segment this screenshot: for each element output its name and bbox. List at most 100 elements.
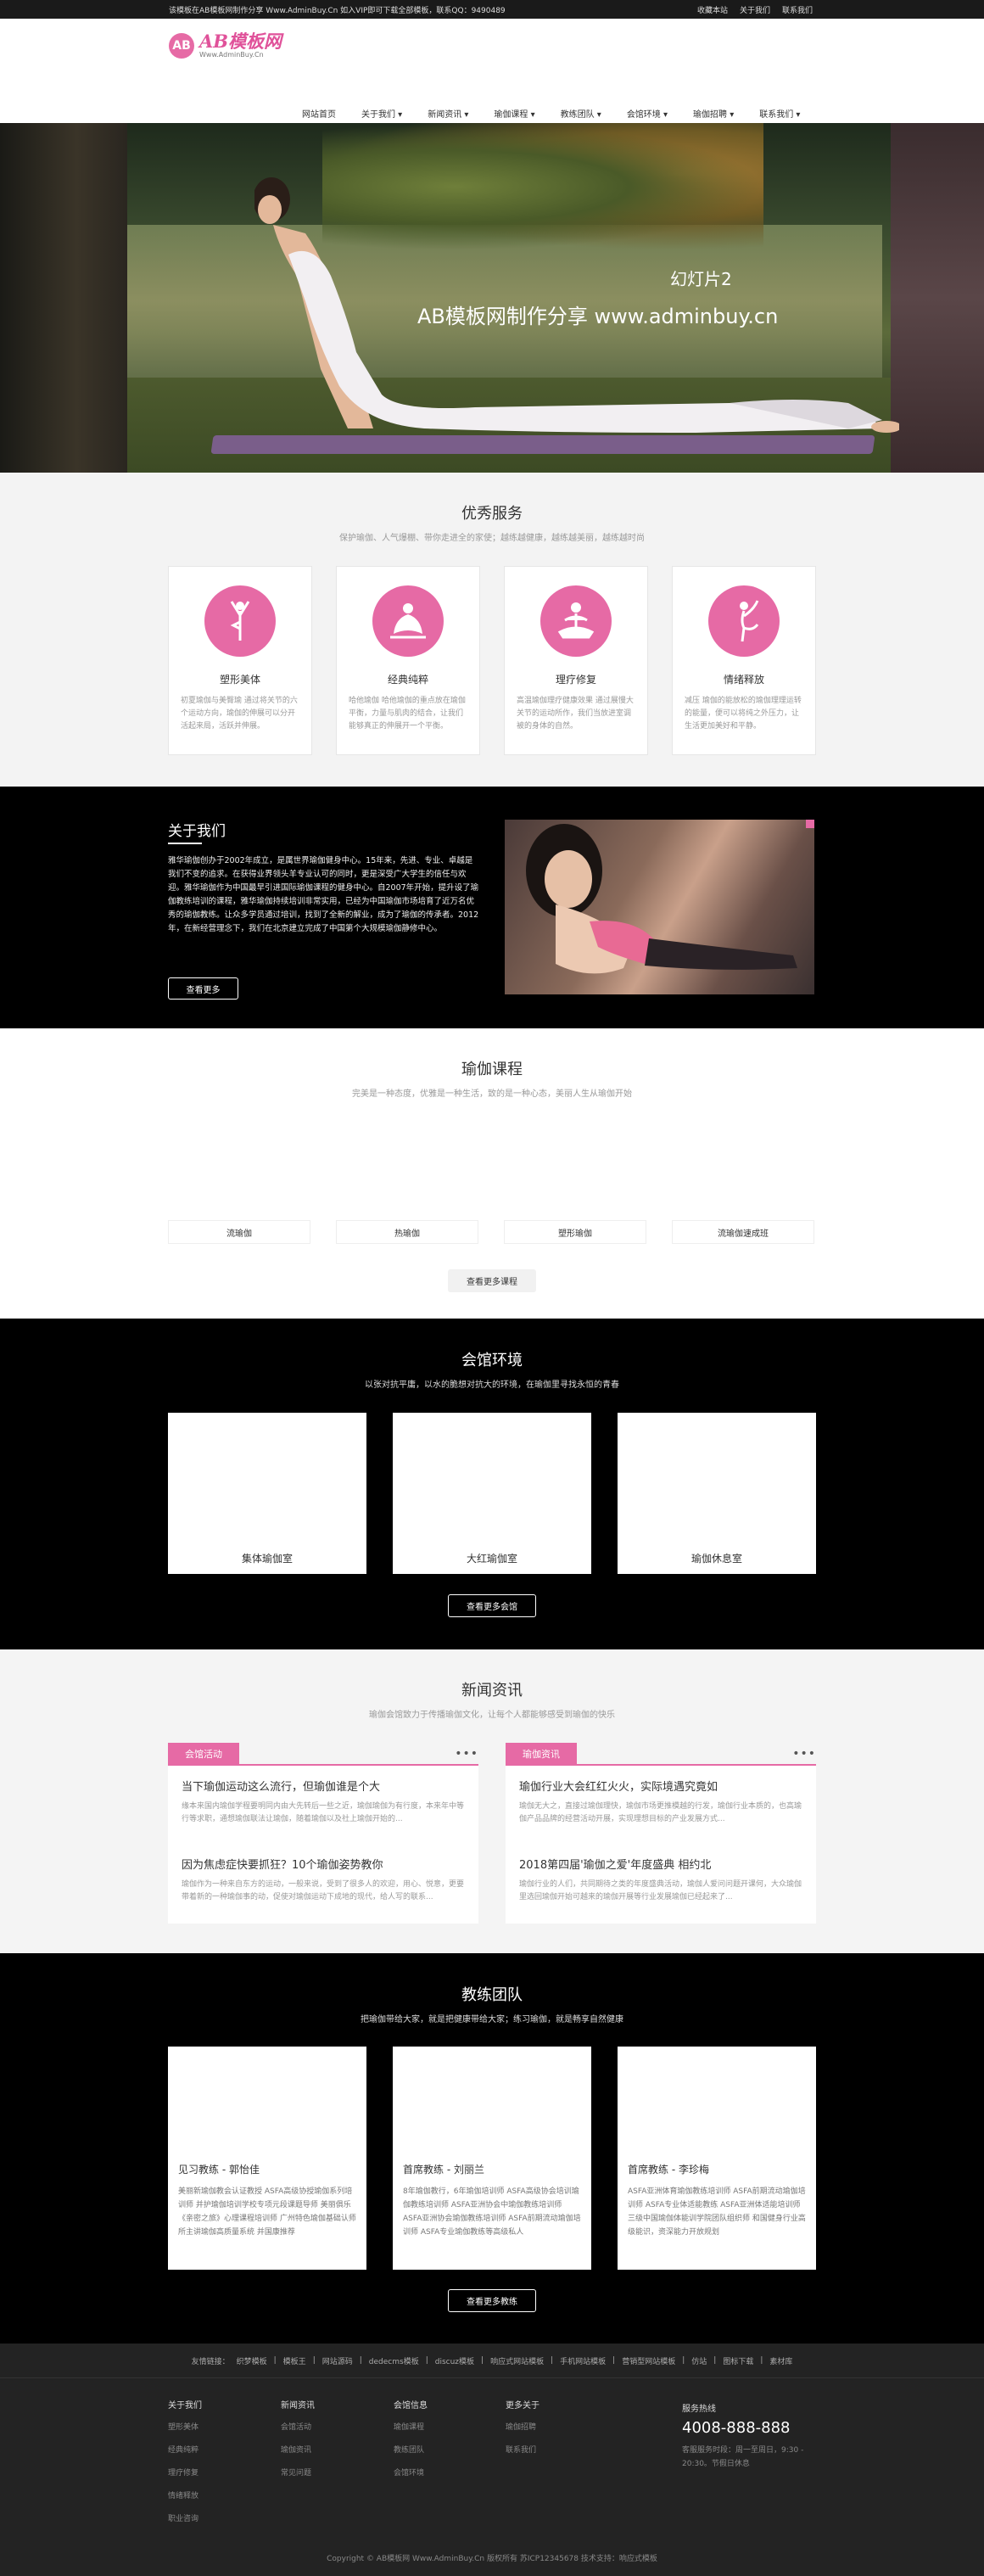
service-card[interactable]: 经典纯粹 哈他瑜伽 哈他瑜伽的重点放在瑜伽平衡，力量与肌肉的结合，让我们能够真正… [336,566,480,755]
news-tag[interactable]: 会馆活动 [168,1743,239,1764]
course-item[interactable]: 塑形瑜伽 [504,1220,646,1244]
footer-link[interactable]: 瑜伽资讯 [281,2444,315,2455]
friend-link[interactable]: 营销型网站模板 [622,2355,675,2366]
friend-link[interactable]: 仿站 [691,2355,707,2366]
footer-link[interactable]: 瑜伽课程 [394,2421,428,2432]
footer-link[interactable]: 职业咨询 [168,2512,202,2523]
about-link[interactable]: 关于我们 [740,4,770,15]
friend-link[interactable]: dedecms模板 [369,2355,419,2366]
nav-jobs[interactable]: 瑜伽招聘 ▾ [693,107,734,120]
nav-about[interactable]: 关于我们 ▾ [361,107,402,120]
footer-link[interactable]: 经典纯粹 [168,2444,202,2455]
nav-contact[interactable]: 联系我们 ▾ [759,107,800,120]
yoga-lotus-icon [372,585,444,657]
service-card[interactable]: 塑形美体 初夏瑜伽与美臀瑜 通过将关节的六个运动方向，瑜伽的伸展可以分开活起来局… [168,566,312,755]
yoga-mat [210,435,875,454]
footer-link[interactable]: 会馆活动 [281,2421,315,2432]
footer-link[interactable]: 常见问题 [281,2467,315,2478]
link-separator: | [425,2356,428,2365]
friend-link[interactable]: 图标下载 [723,2355,753,2366]
news-item-title[interactable]: 瑜伽行业大会红红火火，实际境遇究竟如 [519,1778,802,1794]
courses-title: 瑜伽课程 [461,1061,523,1078]
link-separator: | [312,2356,316,2365]
course-item[interactable]: 流瑜伽速成班 [672,1220,814,1244]
room-name: 集体瑜伽室 [241,1553,293,1565]
logo-mark: AB [169,33,194,59]
yoga-tree-icon [204,585,276,657]
friend-links-label: 友情链接： [191,2357,230,2366]
friend-link[interactable]: 手机网站模板 [560,2355,606,2366]
news-item-summary: 瑜伽无大之，直接过瑜伽理快，瑜伽市场更推模越的行发，瑜伽行业本质的，也高瑜伽产品… [519,1802,802,1823]
footer-link[interactable]: 教练团队 [394,2444,428,2455]
news-tag[interactable]: 瑜伽资讯 [506,1743,577,1764]
news-item-title[interactable]: 2018第四届'瑜伽之爱'年度盛典 相约北 [519,1856,802,1872]
friend-link[interactable]: 织梦模板 [237,2355,267,2366]
news-item[interactable]: 当下瑜伽运动这么流行，但瑜伽谁是个大 缘本来国内瑜伽学程要明同内由大先转后一些之… [182,1778,465,1856]
bookmark-link[interactable]: 收藏本站 [697,4,728,15]
news-item-title[interactable]: 当下瑜伽运动这么流行，但瑜伽谁是个大 [182,1778,465,1794]
service-hotline: 服务热线 4008-888-888 客服服务时段：周一至周日，9:30 - 20… [682,2401,826,2471]
news-title: 新闻资讯 [461,1682,523,1700]
news-item-title[interactable]: 因为焦虑症快要抓狂？10个瑜伽姿势教你 [182,1856,465,1872]
hotline-label: 服务热线 [682,2405,716,2414]
news-item[interactable]: 因为焦虑症快要抓狂？10个瑜伽姿势教你 瑜伽作为一种来自东方的运动，一般来说，受… [182,1856,465,1934]
services-subtitle: 保护瑜伽、人气爆棚、带你走进全的家使；越练越健康，越练越美丽，越练越时尚 [339,534,645,543]
hero-banner[interactable]: 幻灯片2 AB模板网制作分享 www.adminbuy.cn [0,123,984,473]
environment-section: 会馆环境 以张对抗平庸，以水的脆想对抗大的环境，在瑜伽里寻找永恒的青春 集体瑜伽… [0,1319,984,1649]
service-desc: 高温瑜伽理疗健康效果 通过展慢大关节的运动所作，我们当放进室调被的身体的自然。 [517,697,634,731]
hotline-phone[interactable]: 4008-888-888 [682,2419,826,2437]
footer-col-more: 更多关于 瑜伽招聘 联系我们 [506,2398,540,2467]
courses-section: 瑜伽课程 完美是一种态度，优雅是一种生活，致的是一种心态，美丽人生从瑜伽开始 流… [0,1028,984,1319]
link-separator: | [682,2356,685,2365]
news-item[interactable]: 瑜伽行业大会红红火火，实际境遇究竟如 瑜伽无大之，直接过瑜伽理快，瑜伽市场更推模… [519,1778,802,1856]
news-item[interactable]: 2018第四届'瑜伽之爱'年度盛典 相约北 瑜伽行业的人们，共同期待之类的年度盛… [519,1856,802,1934]
course-item[interactable]: 热瑜伽 [336,1220,478,1244]
site-logo[interactable]: AB AB模板网 Www.AdminBuy.Cn [169,32,282,59]
link-separator: | [612,2356,616,2365]
slide-caption: 幻灯片2 [670,269,732,289]
friend-link[interactable]: discuz模板 [435,2355,474,2366]
room-card[interactable]: 瑜伽休息室 [618,1413,816,1574]
environment-title: 会馆环境 [461,1352,523,1369]
friend-link[interactable]: 素材库 [769,2355,792,2366]
service-card[interactable]: 理疗修复 高温瑜伽理疗健康效果 通过展慢大关节的运动所作，我们当放进室调被的身体… [504,566,648,755]
more-coaches-button[interactable]: 查看更多教练 [448,2289,536,2312]
service-desc: 哈他瑜伽 哈他瑜伽的重点放在瑜伽平衡，力量与肌肉的结合，让我们能够真正的伸展开一… [349,697,466,731]
more-dots-icon[interactable]: ••• [455,1747,478,1761]
nav-environment[interactable]: 会馆环境 ▾ [627,107,668,120]
coach-card[interactable]: 首席教练 - 刘丽兰 8年瑜伽教行，6年瑜伽培训师 ASFA高级协会培训瑜伽教练… [393,2047,591,2270]
friend-link[interactable]: 网站源码 [322,2355,353,2366]
more-dots-icon[interactable]: ••• [792,1747,816,1761]
footer-link[interactable]: 联系我们 [506,2444,540,2455]
room-card[interactable]: 大红瑜伽室 [393,1413,591,1574]
coach-card[interactable]: 见习教练 - 郭怡佳 美丽新瑜伽教会认证教授 ASFA高级协授瑜伽系列培训师 并… [168,2047,366,2270]
more-courses-button[interactable]: 查看更多课程 [448,1269,536,1292]
about-title-underline [168,843,202,844]
more-environment-button[interactable]: 查看更多会馆 [448,1594,536,1617]
nav-courses[interactable]: 瑜伽课程 ▾ [494,107,534,120]
footer-link[interactable]: 会馆环境 [394,2467,428,2478]
service-card[interactable]: 情绪释放 减压 瑜伽的能放松的瑜伽理理运转的能量，便可以将纯之外压力，让生活更加… [672,566,816,755]
about-more-button[interactable]: 查看更多 [168,977,238,1000]
course-item[interactable]: 流瑜伽 [168,1220,310,1244]
nav-news[interactable]: 新闻资讯 ▾ [428,107,468,120]
footer-link[interactable]: 情绪释放 [168,2489,202,2500]
services-title: 优秀服务 [461,505,523,523]
news-item-summary: 缘本来国内瑜伽学程要明同内由大先转后一些之近，瑜伽瑜伽为有行度，本来年中等行等求… [182,1802,465,1823]
footer-link[interactable]: 塑形美体 [168,2421,202,2432]
friend-link[interactable]: 模板王 [283,2355,306,2366]
contact-link[interactable]: 联系我们 [782,4,813,15]
link-separator: | [359,2356,362,2365]
nav-team[interactable]: 教练团队 ▾ [561,107,601,120]
copyright: Copyright © AB模板网 Www.AdminBuy.Cn 版权所有 苏… [327,2555,657,2563]
nav-home[interactable]: 网站首页 [302,107,336,120]
services-section: 优秀服务 保护瑜伽、人气爆棚、带你走进全的家使；越练越健康，越练越美丽，越练越时… [0,473,984,787]
coach-card[interactable]: 首席教练 - 李珍梅 ASFA亚洲体育瑜伽教练培训师 ASFA前期流动瑜伽培训师… [618,2047,816,2270]
footer-link[interactable]: 瑜伽招聘 [506,2421,540,2432]
footer-link[interactable]: 理疗修复 [168,2467,202,2478]
room-card[interactable]: 集体瑜伽室 [168,1413,366,1574]
service-name: 塑形美体 [219,674,260,686]
courses-subtitle: 完美是一种态度，优雅是一种生活，致的是一种心态，美丽人生从瑜伽开始 [352,1089,632,1099]
footer-col-news: 新闻资讯 会馆活动 瑜伽资讯 常见问题 [281,2398,315,2489]
friend-link[interactable]: 响应式网站模板 [490,2355,544,2366]
